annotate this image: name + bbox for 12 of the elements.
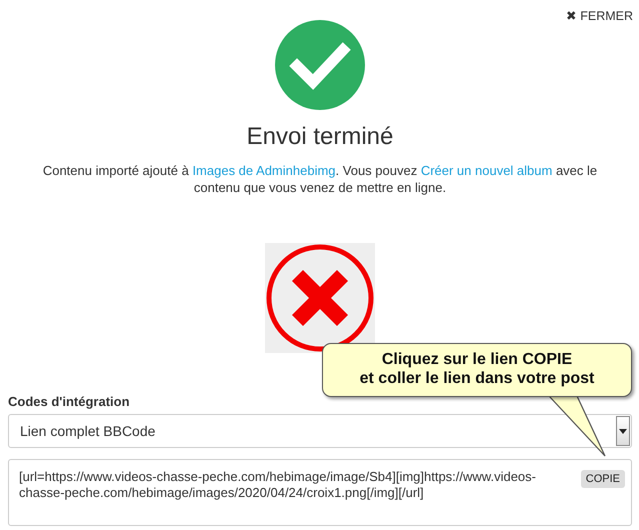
callout-text: et coller le lien dans votre post (358, 369, 596, 388)
callout-text: Cliquez sur le lien COPIE (380, 350, 574, 369)
checkmark-icon (275, 20, 365, 110)
dialog-title: Envoi terminé (246, 123, 394, 151)
code-text: [url=https://www.videos-chasse-peche.com/hebimage/image/Sb4][img]https://www.videos-chasse-peche.com/hebimage/images/2020/04/24/croix1.png[/img][/url] (19, 469, 537, 501)
message-text: Contenu importé ajouté à Images de Adminhebimg. Vous pouvez Créer un nouvel album avec le contenu que vous venez de mettre en ligne. (42, 162, 598, 196)
copy-button[interactable]: COPIE (580, 470, 625, 488)
dropdown-value: Lien complet BBCode (19, 423, 156, 439)
format-dropdown[interactable]: Lien complet BBCode (8, 414, 632, 448)
field-label: Codes d'intégration (8, 394, 131, 409)
close-button[interactable]: ✖ FERMER (566, 8, 633, 23)
code-field[interactable]: [url=https://www.videos-chasse-peche.com/hebimage/image/Sb4][img]https://www.videos-chasse-peche.com/hebimage/images/2020/04/24/croix1.png[/img][/url] COPIE (8, 459, 632, 526)
